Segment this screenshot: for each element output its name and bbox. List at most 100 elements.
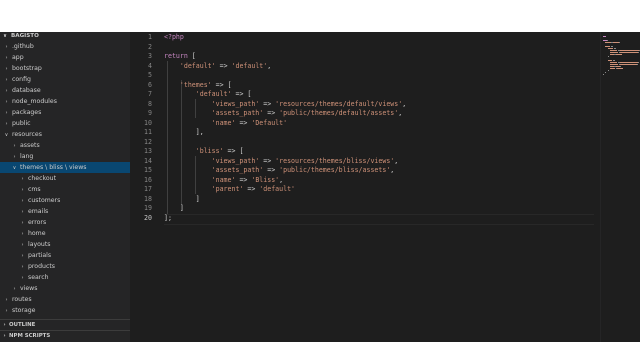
code-token: => (235, 175, 252, 184)
tree-item[interactable]: › routes (0, 294, 130, 305)
tree-item[interactable]: › database (0, 85, 130, 96)
tree-item[interactable]: › packages (0, 107, 130, 118)
outline-section[interactable]: › OUTLINE (0, 319, 130, 330)
tree-item[interactable]: › public (0, 118, 130, 129)
minimap-line (603, 40, 607, 41)
tree-item[interactable]: › checkout (0, 173, 130, 184)
string-token: 'resources/themes/default/views' (275, 99, 403, 108)
minimap-line (619, 50, 639, 51)
tree-item-label: assets (19, 142, 40, 149)
tree-item[interactable]: › app (0, 52, 130, 63)
minimap-line (638, 52, 640, 53)
code-token: ] (164, 204, 184, 212)
string-token: 'name' (211, 118, 236, 127)
code-token: , (267, 61, 272, 70)
code-line: ] (164, 195, 200, 203)
minimap-line (618, 42, 620, 43)
minimap-line (620, 52, 639, 53)
minimap-line (610, 64, 618, 65)
minimap-line (610, 52, 618, 53)
minimap-line (620, 66, 622, 67)
tree-item[interactable]: › bootstrap (0, 63, 130, 74)
code-line: 'bliss' => [ (164, 147, 244, 155)
code-editor[interactable]: 1 <?php 2 3 return [4 'default' => 'default'… (130, 32, 600, 342)
code-line: return [ (164, 52, 196, 60)
chevron-right-icon: › (3, 333, 6, 339)
tree-item[interactable]: › views (0, 283, 130, 294)
tree-item[interactable]: › emails (0, 206, 130, 217)
tree-item[interactable]: › customers (0, 195, 130, 206)
tree-item[interactable]: › layouts (0, 239, 130, 250)
chevron-right-icon: › (5, 308, 8, 314)
tree-item[interactable]: › search (0, 272, 130, 283)
tree-item-label: bootstrap (11, 65, 42, 72)
code-token: , (402, 99, 407, 108)
string-token: 'public/themes/bliss/assets' (279, 166, 391, 174)
minimap-line (607, 48, 614, 49)
line-number: 18 (144, 194, 152, 203)
minimap-line (637, 64, 639, 65)
code-line: 'views_path' => 'resources/themes/defaul… (164, 99, 407, 108)
tree-item[interactable]: ∨ resources (0, 129, 130, 140)
tree-item[interactable]: ∨ themes \ bliss \ views (0, 162, 130, 173)
line-number: 19 (144, 204, 152, 212)
code-token: , (394, 156, 399, 165)
tree-item-label: node_modules (11, 98, 57, 105)
line-number: 20 (144, 213, 152, 222)
code-line: 'parent' => 'default' (164, 185, 295, 193)
line-number: 5 (148, 71, 152, 79)
explorer-root-header[interactable]: ∨ BAGISTO (0, 32, 130, 41)
string-token: 'resources/themes/bliss/views' (275, 156, 395, 165)
tree-item[interactable]: › products (0, 261, 130, 272)
code-token: ] (164, 194, 200, 203)
tree-item[interactable]: › .github (0, 41, 130, 52)
line-number: 7 (148, 90, 152, 98)
minimap-line (603, 74, 605, 75)
string-token: 'default' (195, 90, 232, 98)
tree-item-label: errors (27, 219, 47, 226)
minimap-line (610, 68, 615, 69)
tree-item[interactable]: › assets (0, 140, 130, 151)
string-token: 'default' (179, 61, 216, 70)
code-line: ], (164, 128, 204, 136)
code-line: 'views_path' => 'resources/themes/bliss/… (164, 156, 399, 165)
tree-item[interactable]: › node_modules (0, 96, 130, 107)
code-line: <?php (164, 33, 184, 41)
minimap-line (637, 62, 639, 63)
minimap[interactable] (600, 32, 640, 342)
tree-item-label: checkout (27, 175, 56, 182)
code-line: 'name' => 'Default' (164, 119, 287, 127)
minimap-line (610, 54, 614, 55)
tree-item[interactable]: › partials (0, 250, 130, 261)
tree-item-label: partials (27, 252, 52, 259)
tree-item[interactable]: › errors (0, 217, 130, 228)
tree-item[interactable]: › cms (0, 184, 130, 195)
code-line: 'themes' => [ (164, 81, 232, 89)
code-line: 'name' => 'Bliss', (164, 175, 284, 184)
tree-item-label: layouts (27, 241, 51, 248)
line-number: 16 (144, 175, 152, 184)
explorer-sidebar: ∨ BAGISTO › .github › app › bootstrap › conf… (0, 32, 130, 342)
line-number: 4 (148, 61, 152, 70)
line-number: 17 (144, 185, 152, 193)
string-token: 'default' (231, 61, 268, 70)
minimap-line (619, 62, 638, 63)
line-number: 2 (148, 42, 152, 51)
tree-item[interactable]: › config (0, 74, 130, 85)
tree-item[interactable]: › storage (0, 305, 130, 316)
code-line: 'default' => 'default', (164, 62, 271, 70)
tree-item-label: search (27, 274, 49, 281)
tree-item-label: views (19, 285, 38, 292)
tree-item-label: storage (11, 307, 36, 314)
tree-item[interactable]: › home (0, 228, 130, 239)
line-number: 15 (144, 166, 152, 174)
tree-item-label: .github (11, 43, 34, 50)
tree-item[interactable]: › lang (0, 151, 130, 162)
code-token: ], (164, 128, 204, 136)
npm-scripts-section[interactable]: › NPM SCRIPTS (0, 330, 130, 341)
